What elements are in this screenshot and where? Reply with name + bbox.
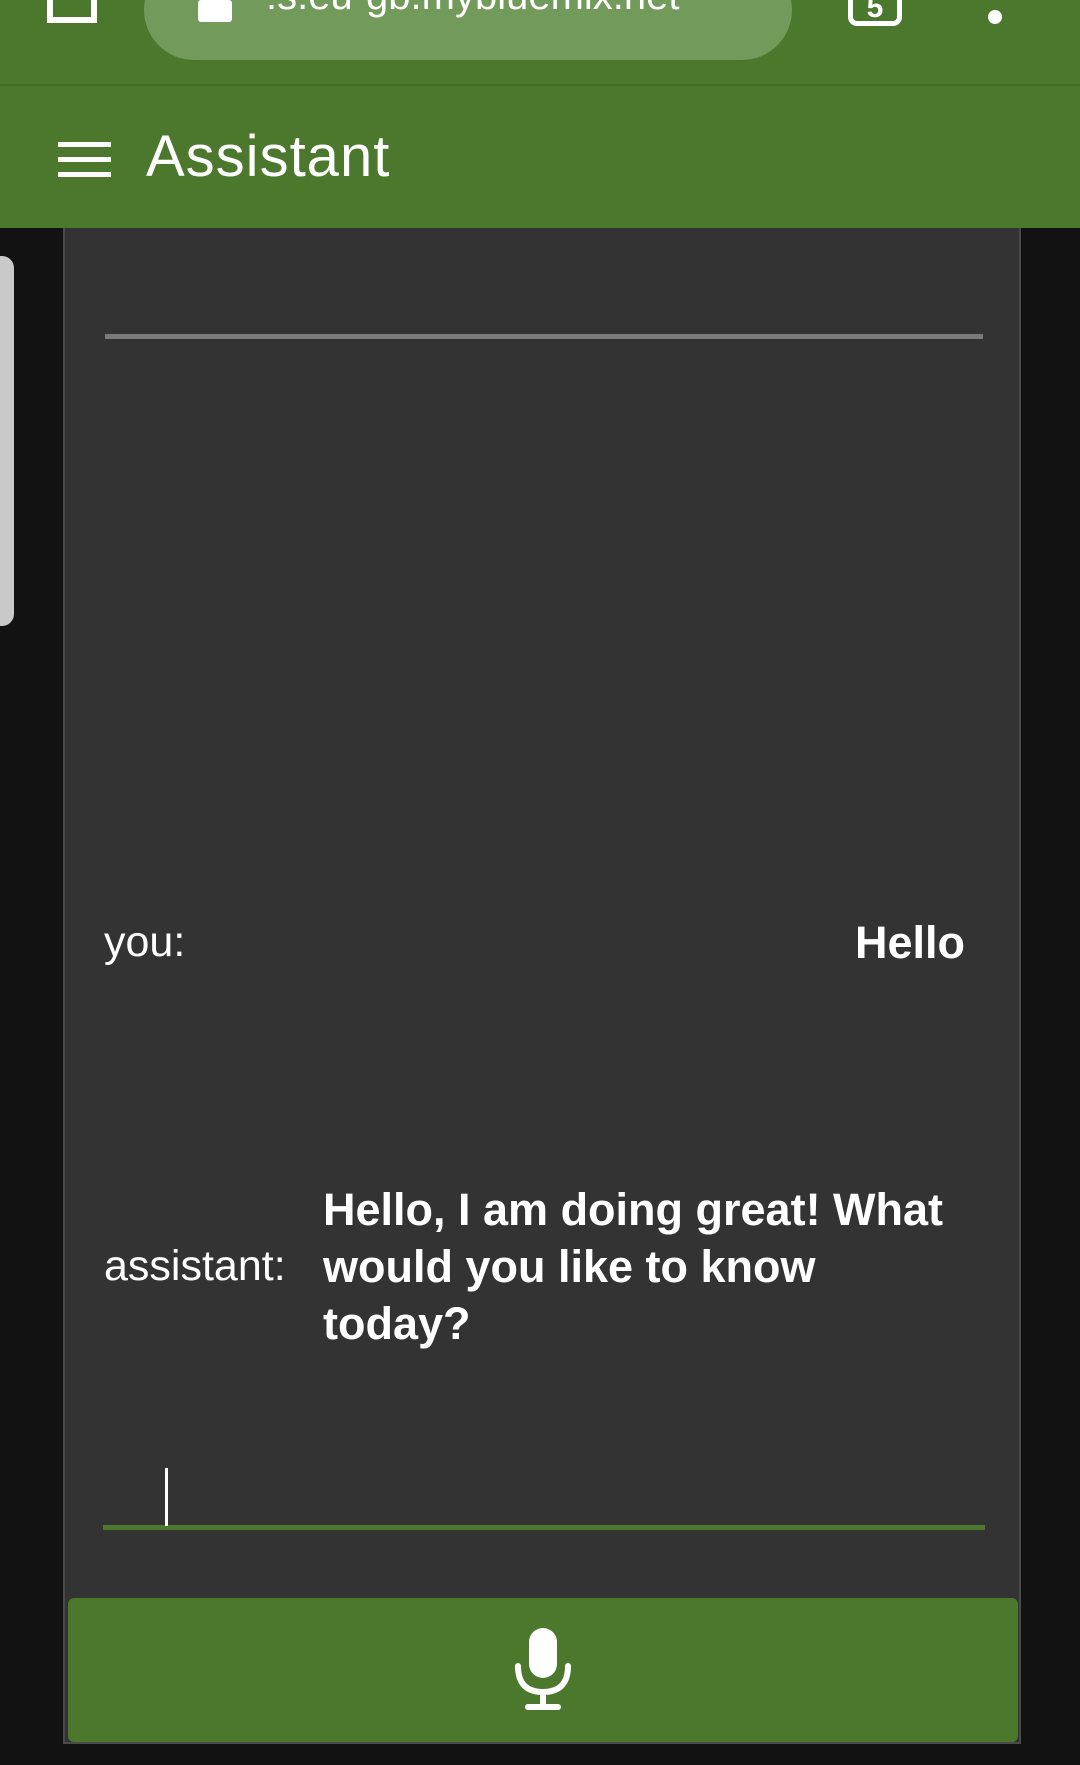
message-speaker-assistant: assistant: bbox=[104, 1242, 286, 1290]
page-title: Assistant bbox=[146, 124, 391, 189]
home-icon[interactable] bbox=[44, 0, 100, 28]
address-bar[interactable]: :s.eu-gb.mybluemix.net bbox=[144, 0, 792, 60]
chat-panel: you: Hello assistant: Hello, I am doing … bbox=[63, 228, 1021, 1744]
message-text-user: Hello bbox=[854, 917, 965, 968]
side-drawer-handle[interactable] bbox=[0, 256, 14, 626]
overflow-menu-icon[interactable] bbox=[988, 10, 1002, 24]
lock-icon bbox=[198, 0, 232, 22]
microphone-button[interactable] bbox=[68, 1598, 1018, 1742]
tab-switcher-button[interactable]: 5 bbox=[848, 0, 902, 26]
browser-toolbar: :s.eu-gb.mybluemix.net 5 bbox=[0, 0, 1080, 84]
message-input-wrapper bbox=[103, 1460, 985, 1530]
text-caret bbox=[165, 1468, 168, 1526]
tab-count: 5 bbox=[866, 0, 884, 24]
app-header: Assistant bbox=[0, 84, 1080, 228]
message-speaker-user: you: bbox=[104, 918, 186, 966]
app-root: :s.eu-gb.mybluemix.net 5 Assistant you: … bbox=[0, 0, 1080, 1765]
hamburger-icon[interactable] bbox=[58, 142, 111, 178]
message-text-assistant: Hello, I am doing great! What would you … bbox=[323, 1184, 944, 1349]
divider bbox=[105, 334, 983, 339]
message-input[interactable] bbox=[103, 1460, 985, 1525]
microphone-icon bbox=[515, 1628, 571, 1710]
address-bar-url: :s.eu-gb.mybluemix.net bbox=[266, 0, 680, 16]
